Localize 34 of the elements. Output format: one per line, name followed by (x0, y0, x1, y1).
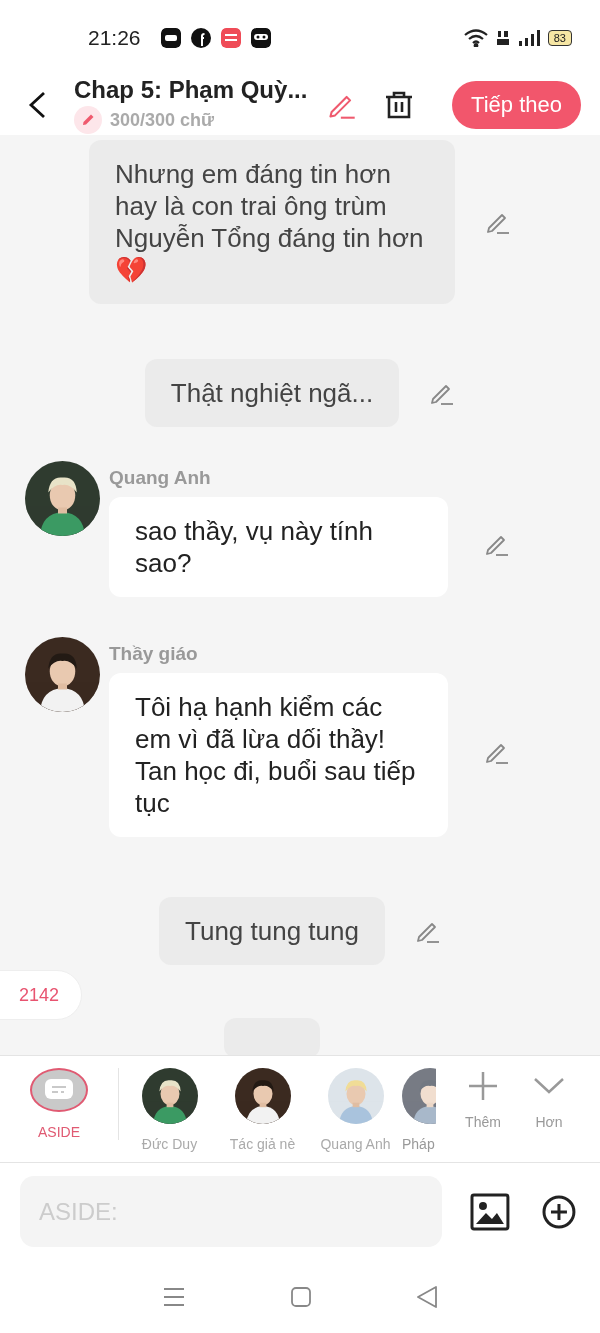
wifi-icon (463, 28, 488, 47)
comic-app-icon (220, 27, 241, 48)
volte-icon (495, 28, 510, 47)
message-bubble[interactable]: Tôi hạ hạnh kiểm các em vì đã lừa dối thầy! Tan học đi, buổi sau tiếp tục (109, 673, 448, 837)
narration-bubble[interactable]: Thật nghiệt ngã... (144, 359, 400, 427)
toolbar-button[interactable]: Hơn (516, 1070, 582, 1130)
social-app-icon (190, 27, 211, 48)
home-icon[interactable] (291, 1286, 311, 1307)
battery-level: 83 (547, 29, 572, 46)
image-icon[interactable] (470, 1192, 511, 1231)
plus-icon (467, 1070, 499, 1102)
add-icon[interactable] (542, 1194, 576, 1229)
chat-app-icon (160, 27, 181, 48)
message-bubble[interactable]: sao thầy, vụ này tính sao? (109, 497, 448, 597)
narration-bubble[interactable]: Nhưng em đáng tin hơn hay là con trai ông trùm Nguyễn Tổng đáng tin hơn 💔 (89, 140, 455, 304)
pencil-icon (74, 106, 102, 134)
next-button[interactable]: Tiếp theo (452, 81, 581, 129)
character-name: Thầy giáo (109, 643, 199, 665)
mask-app-icon (250, 27, 271, 48)
menu-icon[interactable] (163, 1286, 185, 1307)
character-option[interactable]: Tác giả nè (216, 1068, 309, 1152)
character-name: Quang Anh (109, 467, 212, 489)
character-option[interactable]: ASIDE (0, 1068, 119, 1140)
signal-icon (517, 28, 540, 47)
message-icon (30, 1068, 88, 1112)
count-badge: 2142 (0, 970, 83, 1020)
clock: 21:26 (88, 25, 141, 50)
word-count: 300/300 chữ (110, 109, 215, 131)
character-option[interactable]: Quang Anh (309, 1068, 402, 1152)
character-option[interactable]: Đức Duy (123, 1068, 216, 1152)
character-option[interactable]: Pháp (402, 1068, 450, 1152)
narration-bubble[interactable]: Tung tung tung (159, 897, 385, 965)
toolbar-button[interactable]: Thêm (450, 1070, 516, 1130)
chapter-title: Chap 5: Phạm Quỳ... (74, 76, 308, 104)
